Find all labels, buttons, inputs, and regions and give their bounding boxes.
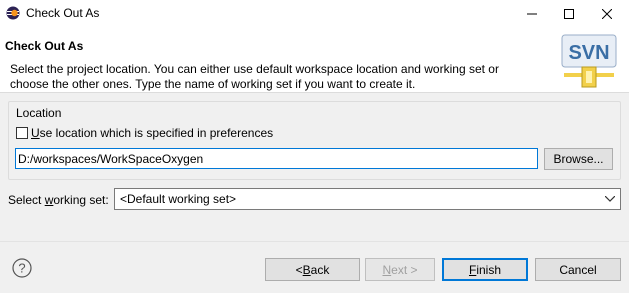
finish-button[interactable]: Finish — [442, 258, 528, 281]
maximize-icon — [564, 8, 574, 19]
page-description: Select the project location. You can eit… — [10, 62, 499, 91]
close-button[interactable] — [585, 0, 629, 27]
use-preferences-label[interactable]: Use location which is specified in prefe… — [31, 126, 273, 140]
header-banner: Check Out As Select the project location… — [0, 27, 629, 93]
back-button-mnemonic: B — [302, 262, 311, 277]
chevron-down-icon[interactable] — [603, 191, 617, 207]
eclipse-icon — [6, 6, 20, 20]
next-button-post: ext > — [391, 262, 418, 277]
use-preferences-mnemonic: U — [31, 126, 40, 140]
back-button-pre: < — [295, 262, 303, 277]
svn-logo-text: SVN — [568, 42, 609, 64]
back-button[interactable]: < Back — [265, 258, 360, 281]
page-title: Check Out As — [5, 39, 84, 53]
help-icon[interactable]: ? — [12, 258, 32, 278]
back-button-post: ack — [310, 262, 330, 277]
footer-divider — [0, 241, 629, 242]
cancel-button[interactable]: Cancel — [535, 258, 621, 281]
minimize-icon — [527, 13, 537, 14]
working-set-label-pre: Select — [8, 193, 45, 207]
working-set-label-post: orking set: — [53, 193, 109, 207]
working-set-select[interactable]: <Default working set> — [114, 188, 621, 210]
browse-button[interactable]: Browse... — [544, 148, 613, 170]
use-preferences-checkbox[interactable] — [16, 127, 28, 139]
window-title: Check Out As — [26, 6, 100, 20]
next-button[interactable]: Next > — [365, 258, 435, 281]
location-group-label: Location — [16, 106, 62, 120]
working-set-value: <Default working set> — [120, 192, 237, 206]
title-bar: Check Out As — [0, 0, 629, 27]
svg-text:?: ? — [18, 261, 25, 276]
close-icon — [602, 8, 612, 19]
next-button-mnemonic: N — [382, 262, 392, 277]
svn-logo-icon: SVN — [561, 34, 617, 88]
use-preferences-text: se location which is specified in prefer… — [39, 126, 274, 140]
finish-button-post: inish — [476, 262, 502, 277]
finish-button-mnemonic: F — [468, 262, 477, 277]
working-set-label: Select working set: — [8, 193, 109, 207]
location-path-input[interactable] — [15, 148, 538, 169]
